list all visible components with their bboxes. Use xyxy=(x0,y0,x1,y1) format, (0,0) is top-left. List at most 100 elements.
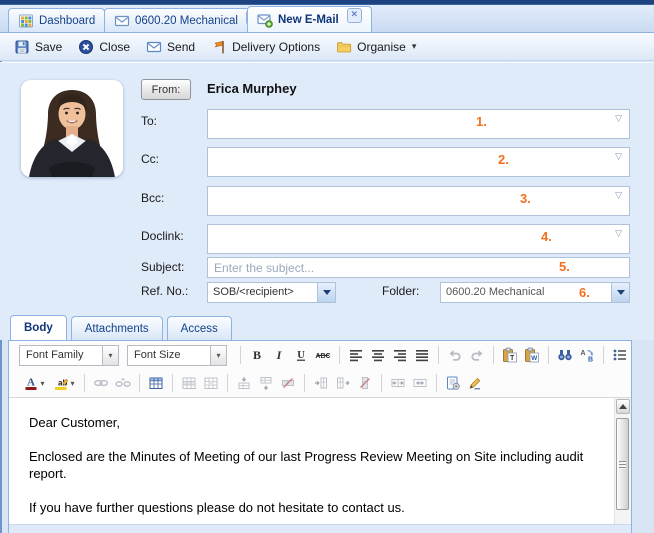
paste-text-button[interactable]: T xyxy=(499,344,521,366)
paste-word-button[interactable]: W xyxy=(521,344,543,366)
font-color-button[interactable]: A ▾ xyxy=(19,372,49,394)
highlight-icon: ab xyxy=(53,375,69,391)
scroll-up-icon[interactable] xyxy=(616,399,630,414)
ref-no-select[interactable]: SOB/<recipient> xyxy=(207,282,336,303)
expand-triangle-icon[interactable]: ▽ xyxy=(615,151,622,162)
folder-select[interactable]: 0600.20 Mechanical 6. xyxy=(440,282,630,303)
annotation-number: 2. xyxy=(498,152,509,167)
color-caret-icon[interactable]: ▾ xyxy=(40,379,44,388)
merge-cells-button xyxy=(409,372,431,394)
col-after-icon xyxy=(335,375,351,391)
from-button[interactable]: From: xyxy=(141,79,191,100)
tab-0600-20-mechanical[interactable]: 0600.20 Mechanical ✕ xyxy=(104,8,271,32)
html-source-button[interactable] xyxy=(442,372,464,394)
tab-access[interactable]: Access xyxy=(166,316,232,340)
font-family-select[interactable]: Font Family ▾ xyxy=(19,344,119,366)
from-name: Erica Murphey xyxy=(207,81,297,96)
bold-button[interactable]: B xyxy=(246,344,268,366)
link-button xyxy=(90,372,112,394)
paste-word-icon: W xyxy=(524,347,540,363)
toolbar-separator xyxy=(493,346,494,364)
expand-triangle-icon[interactable]: ▽ xyxy=(615,190,622,201)
editor-body[interactable]: Dear Customer, Enclosed are the Minutes o… xyxy=(9,398,631,524)
body-paragraph: Dear Customer, xyxy=(29,415,121,430)
toolbar-separator xyxy=(603,346,604,364)
delete-row-button xyxy=(277,372,299,394)
tab-attachments[interactable]: Attachments xyxy=(70,316,163,340)
tab-dashboard[interactable]: Dashboard xyxy=(8,8,106,32)
tab-label: New E-Mail xyxy=(278,13,339,26)
expand-triangle-icon[interactable]: ▽ xyxy=(615,113,622,124)
select-caret-icon[interactable]: ▾ xyxy=(102,345,118,365)
row-before-button xyxy=(233,372,255,394)
svg-text:U: U xyxy=(297,350,305,361)
ref-no-label: Ref. No.: xyxy=(141,284,189,298)
signature-button[interactable] xyxy=(464,372,486,394)
tab-close-icon[interactable]: ✕ xyxy=(346,8,362,23)
underline-button[interactable]: U xyxy=(290,344,312,366)
folder-value: 0600.20 Mechanical 6. xyxy=(446,285,590,300)
tab-new-email[interactable]: New E-Mail ✕ xyxy=(247,6,372,32)
insert-table-button[interactable] xyxy=(145,372,167,394)
bullet-list-button[interactable] xyxy=(609,344,631,366)
save-button[interactable]: Save xyxy=(14,39,62,55)
dropdown-arrow-icon[interactable] xyxy=(611,283,629,302)
send-button[interactable]: Send xyxy=(146,39,195,55)
find-button[interactable] xyxy=(554,344,576,366)
organise-button[interactable]: Organise ▾ xyxy=(336,39,416,55)
body-paragraph: If you have further questions please do … xyxy=(29,500,405,515)
bcc-field[interactable]: 3. ▽ xyxy=(207,186,630,216)
mail-icon xyxy=(114,13,130,29)
replace-button[interactable]: AB xyxy=(576,344,598,366)
scrollbar-thumb[interactable] xyxy=(616,418,629,510)
recipient-row-cc: Cc: 2. ▽ xyxy=(0,147,654,177)
to-field[interactable]: 1. ▽ xyxy=(207,109,630,139)
select-caret-icon[interactable]: ▾ xyxy=(210,345,226,365)
underline-icon: U xyxy=(293,347,309,363)
align-left-icon xyxy=(348,347,364,363)
editor-toolbar-row1: Font Family▾Font Size▾BIUABCTWAB123 xyxy=(9,341,631,369)
align-left-button[interactable] xyxy=(345,344,367,366)
delete-col-icon xyxy=(357,375,373,391)
svg-text:B: B xyxy=(588,357,593,364)
dashboard-grid-icon xyxy=(18,13,34,29)
highlight-button[interactable]: ab▾ xyxy=(49,372,79,394)
compose-form: From: Erica Murphey To: 1. ▽ Cc: 2. ▽ Bcc: 3. ▽ D… xyxy=(0,62,654,340)
color-caret-icon[interactable]: ▾ xyxy=(70,379,74,388)
redo-icon xyxy=(469,347,485,363)
close-button[interactable]: Close xyxy=(78,39,130,55)
undo-icon xyxy=(447,347,463,363)
align-center-button[interactable] xyxy=(367,344,389,366)
toolbar-separator xyxy=(240,346,241,364)
recipient-row-bcc: Bcc: 3. ▽ xyxy=(0,186,654,216)
doclink-field[interactable]: 4. ▽ xyxy=(207,224,630,254)
unlink-icon xyxy=(115,375,131,391)
align-justify-button[interactable] xyxy=(411,344,433,366)
svg-text:T: T xyxy=(510,355,515,362)
split-cells-icon xyxy=(390,375,406,391)
expand-triangle-icon[interactable]: ▽ xyxy=(615,228,622,239)
font-size-select[interactable]: Font Size ▾ xyxy=(127,344,227,366)
signature-icon xyxy=(467,375,483,391)
italic-button[interactable]: I xyxy=(268,344,290,366)
toolbar-separator xyxy=(84,374,85,392)
align-right-button[interactable] xyxy=(389,344,411,366)
tab-body[interactable]: Body xyxy=(10,315,67,340)
dropdown-arrow-icon[interactable] xyxy=(317,283,335,302)
align-right-icon xyxy=(392,347,408,363)
cc-field[interactable]: 2. ▽ xyxy=(207,147,630,177)
delivery-options-button[interactable]: Delivery Options xyxy=(211,39,320,55)
strikethrough-button[interactable]: ABC xyxy=(312,344,334,366)
svg-text:ABC: ABC xyxy=(315,353,330,360)
col-before-button xyxy=(310,372,332,394)
svg-text:B: B xyxy=(253,348,261,362)
new-email-window: Dashboard 0600.20 Mechanical ✕ New E-Mai… xyxy=(0,0,654,533)
align-justify-icon xyxy=(414,347,430,363)
vertical-scrollbar[interactable] xyxy=(614,398,631,524)
row-props-button xyxy=(178,372,200,394)
cell-props-button xyxy=(200,372,222,394)
editor-panel: Font Family▾Font Size▾BIUABCTWAB123 A▾ab… xyxy=(8,340,632,533)
find-icon xyxy=(557,347,573,363)
editor-toolbar-row2: A▾ab▾ xyxy=(9,369,631,398)
svg-text:W: W xyxy=(531,355,538,362)
